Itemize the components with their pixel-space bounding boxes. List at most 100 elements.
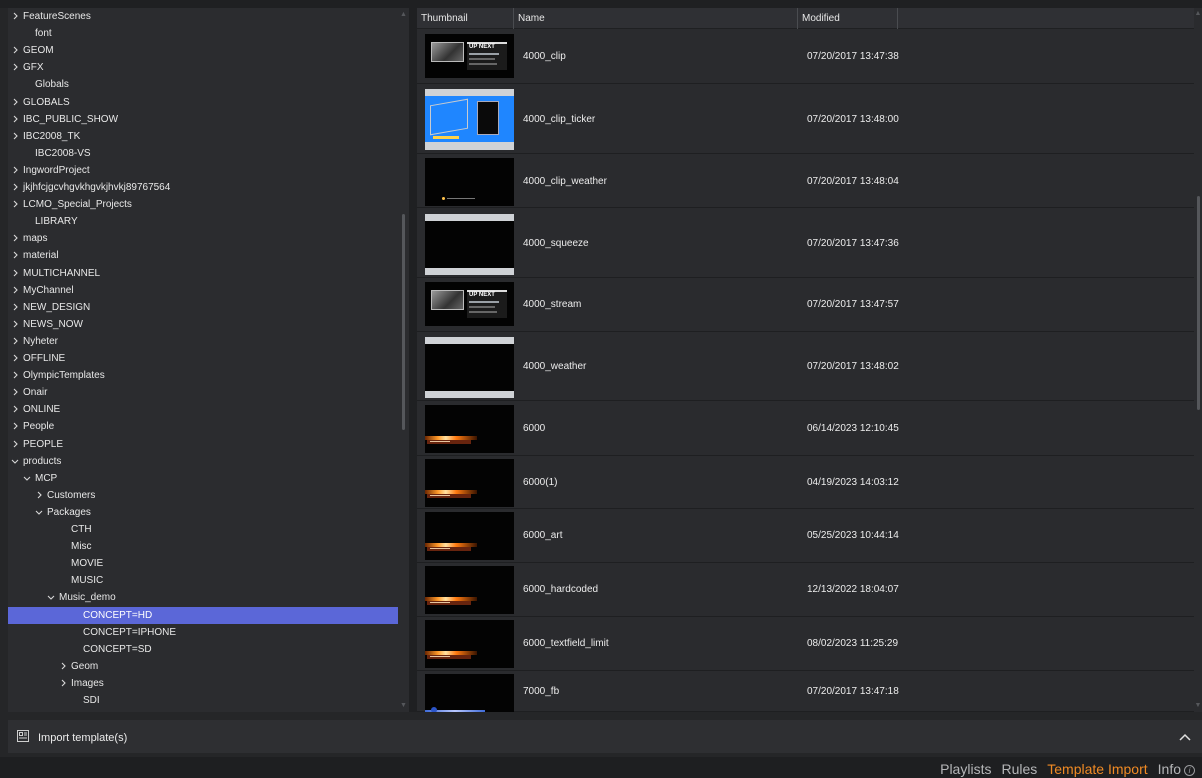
tree-item[interactable]: IBC2008_TK bbox=[8, 128, 398, 145]
tree-item[interactable]: IBC2008-VS bbox=[8, 145, 398, 162]
chevron-right-icon[interactable] bbox=[9, 282, 21, 299]
tree-item[interactable]: GEOM bbox=[8, 42, 398, 59]
chevron-right-icon[interactable] bbox=[9, 265, 21, 282]
table-row[interactable]: 7000_fb 07/20/2017 13:47:18 bbox=[417, 671, 1194, 712]
tree-item[interactable]: MyChannel bbox=[8, 282, 398, 299]
tree-item[interactable]: NEW_DESIGN bbox=[8, 299, 398, 316]
panel-splitter[interactable] bbox=[409, 8, 417, 712]
tree-item[interactable]: IBC_PUBLIC_SHOW bbox=[8, 111, 398, 128]
chevron-right-icon[interactable] bbox=[57, 658, 69, 675]
chevron-down-icon[interactable] bbox=[33, 504, 45, 521]
chevron-right-icon[interactable] bbox=[9, 401, 21, 418]
table-row[interactable]: UP NEXT 4000_stream 07/20/2017 13:47:57 bbox=[417, 278, 1194, 332]
chevron-right-icon[interactable] bbox=[9, 128, 21, 145]
tree-item[interactable]: MULTICHANNEL bbox=[8, 265, 398, 282]
chevron-right-icon[interactable] bbox=[9, 350, 21, 367]
tab-info[interactable]: Info i bbox=[1158, 761, 1195, 777]
tree-item[interactable]: Packages bbox=[8, 504, 398, 521]
scroll-down-arrow-icon[interactable]: ▼ bbox=[1194, 702, 1202, 710]
info-icon[interactable]: i bbox=[1184, 765, 1195, 776]
folder-tree-scrollbar[interactable]: ▲ ▼ bbox=[398, 8, 409, 712]
table-row[interactable]: 4000_squeeze 07/20/2017 13:47:36 bbox=[417, 209, 1194, 278]
tree-item[interactable]: Onair bbox=[8, 384, 398, 401]
tree-item[interactable]: GFX bbox=[8, 59, 398, 76]
column-header-modified[interactable]: Modified bbox=[798, 8, 898, 29]
tree-item[interactable]: products bbox=[8, 453, 398, 470]
tree-item[interactable]: CONCEPT=SD bbox=[8, 641, 398, 658]
table-row[interactable]: UP NEXT 4000_clip 07/20/2017 13:47:38 bbox=[417, 30, 1194, 84]
tree-item[interactable]: Music_demo bbox=[8, 589, 398, 606]
tree-item[interactable]: Misc bbox=[8, 538, 398, 555]
chevron-right-icon[interactable] bbox=[9, 230, 21, 247]
chevron-down-icon[interactable] bbox=[21, 470, 33, 487]
table-row[interactable]: 4000_clip_ticker 07/20/2017 13:48:00 bbox=[417, 85, 1194, 154]
chevron-right-icon[interactable] bbox=[9, 42, 21, 59]
tree-item[interactable]: Nyheter bbox=[8, 333, 398, 350]
tree-item[interactable]: MOVIE bbox=[8, 555, 398, 572]
chevron-right-icon[interactable] bbox=[9, 316, 21, 333]
chevron-right-icon[interactable] bbox=[57, 675, 69, 692]
tree-item[interactable]: NEWS_NOW bbox=[8, 316, 398, 333]
tree-item[interactable]: Images bbox=[8, 675, 398, 692]
template-list-scroll-thumb[interactable] bbox=[1197, 196, 1200, 410]
template-list[interactable]: Thumbnail Name Modified UP NEXT 4000_clip… bbox=[417, 8, 1194, 712]
tree-item[interactable]: ONLINE bbox=[8, 401, 398, 418]
chevron-right-icon[interactable] bbox=[9, 367, 21, 384]
tree-item[interactable]: People bbox=[8, 418, 398, 435]
chevron-right-icon[interactable] bbox=[9, 59, 21, 76]
import-templates-label[interactable]: Import template(s) bbox=[38, 720, 127, 756]
tree-item[interactable]: maps bbox=[8, 230, 398, 247]
tree-item[interactable]: Globals bbox=[8, 76, 398, 93]
tree-item[interactable]: SDI bbox=[8, 692, 398, 709]
scroll-up-arrow-icon[interactable]: ▲ bbox=[399, 10, 408, 19]
column-header-thumbnail[interactable]: Thumbnail bbox=[417, 8, 514, 29]
chevron-right-icon[interactable] bbox=[33, 487, 45, 504]
tree-item[interactable]: material bbox=[8, 247, 398, 264]
chevron-right-icon[interactable] bbox=[9, 111, 21, 128]
tree-item[interactable]: Customers bbox=[8, 487, 398, 504]
tab-rules[interactable]: Rules bbox=[1001, 761, 1037, 777]
table-row[interactable]: 4000_weather 07/20/2017 13:48:02 bbox=[417, 332, 1194, 401]
tree-item[interactable]: GLOBALS bbox=[8, 94, 398, 111]
tree-item[interactable]: jkjhfcjgcvhgvkhgvkjhvkj89767564 bbox=[8, 179, 398, 196]
table-row[interactable]: 6000_hardcoded 12/13/2022 18:04:07 bbox=[417, 563, 1194, 617]
tree-item[interactable]: MUSIC bbox=[8, 572, 398, 589]
chevron-right-icon[interactable] bbox=[9, 333, 21, 350]
chevron-right-icon[interactable] bbox=[9, 299, 21, 316]
column-header-name[interactable]: Name bbox=[514, 8, 798, 29]
scroll-down-arrow-icon[interactable]: ▼ bbox=[399, 701, 408, 710]
tree-item[interactable]: font bbox=[8, 25, 398, 42]
chevron-right-icon[interactable] bbox=[9, 179, 21, 196]
chevron-right-icon[interactable] bbox=[9, 94, 21, 111]
tree-item[interactable]: LIBRARY bbox=[8, 213, 398, 230]
chevron-right-icon[interactable] bbox=[9, 162, 21, 179]
tree-item[interactable]: Geom bbox=[8, 658, 398, 675]
chevron-right-icon[interactable] bbox=[9, 384, 21, 401]
chevron-right-icon[interactable] bbox=[9, 418, 21, 435]
table-row[interactable]: 6000_textfield_limit 08/02/2023 11:25:29 bbox=[417, 617, 1194, 671]
folder-tree-scroll-thumb[interactable] bbox=[402, 214, 405, 430]
table-row[interactable]: 6000 06/14/2023 12:10:45 bbox=[417, 402, 1194, 456]
folder-tree[interactable]: FeatureScenes font GEOM GFX Globals GLOBALS IB… bbox=[8, 8, 409, 712]
tree-item[interactable]: FeatureScenes bbox=[8, 8, 398, 25]
chevron-right-icon[interactable] bbox=[9, 196, 21, 213]
template-list-scrollbar[interactable]: ▲ ▼ bbox=[1194, 8, 1202, 712]
import-templates-bar[interactable]: Import template(s) bbox=[8, 720, 1202, 753]
chevron-right-icon[interactable] bbox=[9, 436, 21, 453]
tree-item[interactable]: CTH bbox=[8, 521, 398, 538]
chevron-down-icon[interactable] bbox=[45, 589, 57, 606]
tree-item[interactable]: CONCEPT=IPHONE bbox=[8, 624, 398, 641]
tab-playlists[interactable]: Playlists bbox=[940, 761, 991, 777]
chevron-right-icon[interactable] bbox=[9, 8, 21, 25]
tree-item[interactable]: OlympicTemplates bbox=[8, 367, 398, 384]
tree-item[interactable]: CONCEPT=HD bbox=[8, 607, 398, 624]
tree-item[interactable]: MCP bbox=[8, 470, 398, 487]
tree-item[interactable]: PEOPLE bbox=[8, 436, 398, 453]
table-row[interactable]: 6000(1) 04/19/2023 14:03:12 bbox=[417, 456, 1194, 509]
table-row[interactable]: 4000_clip_weather 07/20/2017 13:48:04 bbox=[417, 155, 1194, 208]
chevron-down-icon[interactable] bbox=[9, 453, 21, 470]
tree-item[interactable]: LCMO_Special_Projects bbox=[8, 196, 398, 213]
tree-item[interactable]: OFFLINE bbox=[8, 350, 398, 367]
chevron-right-icon[interactable] bbox=[9, 247, 21, 264]
chevron-up-icon[interactable] bbox=[1178, 730, 1192, 744]
